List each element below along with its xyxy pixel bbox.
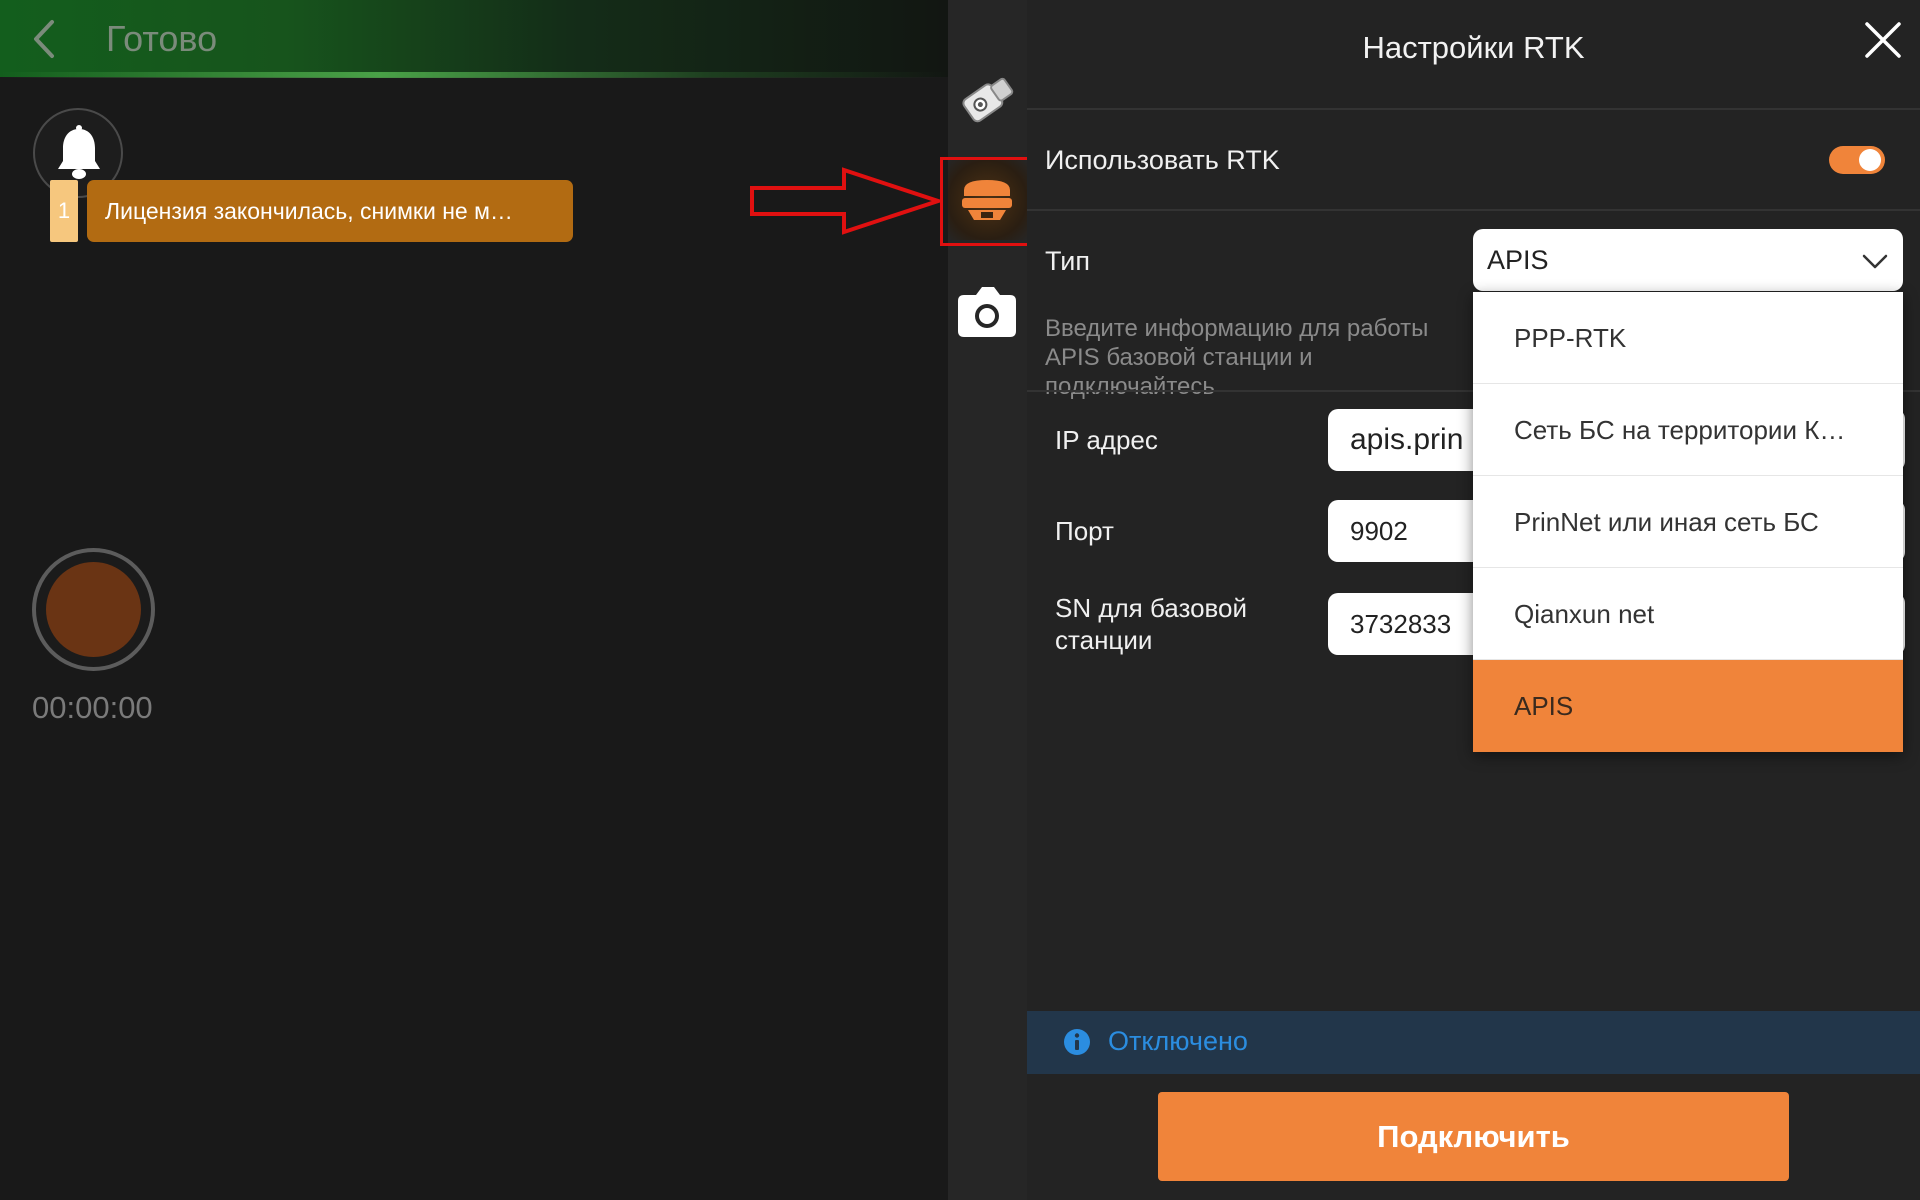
port-label: Порт bbox=[1055, 516, 1114, 546]
connection-hint: Введите информацию для работы APIS базов… bbox=[1045, 315, 1429, 400]
toggle-knob bbox=[1859, 149, 1881, 171]
annotation-highlight-box bbox=[940, 157, 1034, 246]
dropdown-option-apis[interactable]: APIS bbox=[1473, 660, 1903, 752]
divider bbox=[1027, 108, 1920, 110]
back-button[interactable] bbox=[22, 14, 66, 64]
type-select[interactable]: APIS bbox=[1473, 229, 1903, 291]
annotation-arrow bbox=[750, 167, 943, 235]
gimbal-settings-button[interactable] bbox=[948, 58, 1027, 138]
dropdown-option-ppp-rtk[interactable]: PPP-RTK bbox=[1473, 292, 1903, 384]
bell-icon bbox=[58, 125, 100, 179]
divider bbox=[1027, 209, 1920, 211]
base-station-sn-label: SN для базовой станции bbox=[1055, 593, 1248, 655]
flight-status-title: Готово bbox=[106, 18, 218, 59]
license-notification[interactable]: Лицензия закончилась, снимки не м… bbox=[87, 180, 573, 242]
ip-address-label: IP адрес bbox=[1055, 425, 1158, 455]
info-icon bbox=[1064, 1029, 1090, 1055]
panel-title: Настройки RTK bbox=[1362, 30, 1585, 65]
status-glow-line bbox=[0, 72, 948, 78]
record-timer: 00:00:00 bbox=[32, 690, 153, 725]
connection-status-text: Отключено bbox=[1108, 1026, 1248, 1056]
type-dropdown-list: PPP-RTK Сеть БС на территории К… PrinNet… bbox=[1473, 292, 1903, 752]
notification-count-badge: 1 bbox=[50, 180, 78, 242]
camera-view: Готово 1 Лицензия закончилась, снимки не… bbox=[0, 0, 948, 1200]
use-rtk-toggle[interactable] bbox=[1829, 146, 1885, 174]
type-label: Тип bbox=[1045, 246, 1091, 276]
gimbal-camera-icon bbox=[962, 77, 1014, 123]
chevron-down-icon bbox=[1862, 254, 1888, 269]
connection-status-bar: Отключено bbox=[1027, 1011, 1920, 1074]
close-button[interactable] bbox=[1861, 18, 1905, 62]
record-dot bbox=[46, 562, 141, 657]
chevron-left-icon bbox=[34, 20, 54, 58]
dropdown-option-prinnet[interactable]: PrinNet или иная сеть БС bbox=[1473, 476, 1903, 568]
rtk-settings-panel: Настройки RTK Использовать RTK Тип APIS … bbox=[1027, 0, 1920, 1200]
record-button[interactable] bbox=[32, 548, 155, 671]
type-select-value: APIS bbox=[1487, 245, 1549, 275]
connect-button[interactable]: Подключить bbox=[1158, 1092, 1789, 1181]
camera-icon bbox=[958, 287, 1016, 337]
dropdown-option-qianxun[interactable]: Qianxun net bbox=[1473, 568, 1903, 660]
close-icon bbox=[1865, 22, 1901, 58]
use-rtk-label: Использовать RTK bbox=[1045, 145, 1280, 175]
dropdown-option-bs-network[interactable]: Сеть БС на территории К… bbox=[1473, 384, 1903, 476]
camera-settings-button[interactable] bbox=[948, 273, 1027, 353]
